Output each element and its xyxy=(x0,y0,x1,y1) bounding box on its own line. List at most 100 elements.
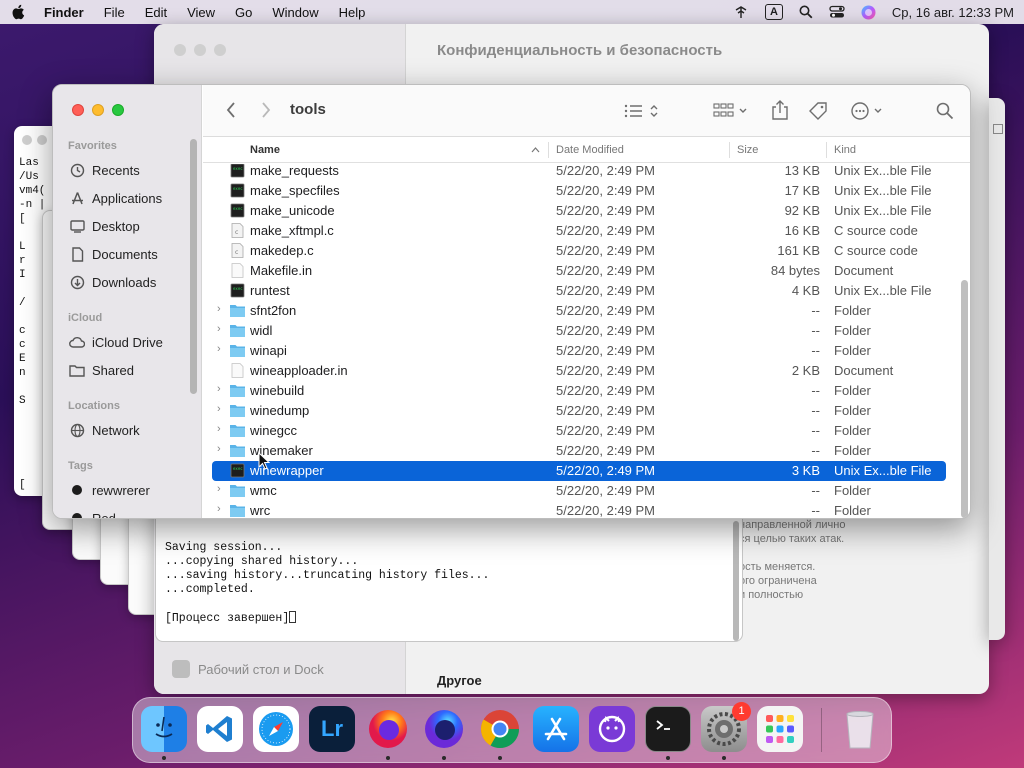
file-row-make-requests[interactable]: exec make_requests 5/22/20, 2:49 PM 13 KB Un… xyxy=(212,164,946,181)
finder-window[interactable]: Favorites Recents Applications Desktop D… xyxy=(52,84,971,519)
dock-chrome[interactable] xyxy=(477,706,523,752)
file-row-makedep-c[interactable]: c makedep.c 5/22/20, 2:49 PM 161 KB C source… xyxy=(212,241,946,261)
sidebar-item-downloads[interactable]: Downloads xyxy=(69,274,156,290)
sidebar-item-network[interactable]: Network xyxy=(69,422,140,438)
file-row-runtest[interactable]: exec runtest 5/22/20, 2:49 PM 4 KB Unix Ex..… xyxy=(212,281,946,301)
launchpad-icon xyxy=(766,715,794,743)
menubar: Finder File Edit View Go Window Help A С… xyxy=(0,0,1024,24)
dock-lightroom[interactable]: Lr xyxy=(309,706,355,752)
close-button[interactable] xyxy=(72,104,84,116)
file-date-modified: 5/22/20, 2:49 PM xyxy=(556,283,656,298)
sidebar-item-icloud-drive[interactable]: iCloud Drive xyxy=(69,334,163,350)
spotlight-search-icon[interactable] xyxy=(799,5,813,19)
disclosure-chevron-icon[interactable]: › xyxy=(217,483,221,495)
column-header-size[interactable]: Size xyxy=(737,144,758,156)
file-row-makefile-in[interactable]: Makefile.in 5/22/20, 2:49 PM 84 bytes Docum… xyxy=(212,261,946,281)
disclosure-chevron-icon[interactable]: › xyxy=(217,403,221,415)
sort-ascending-icon[interactable] xyxy=(531,147,540,153)
svg-text:exec: exec xyxy=(233,466,243,471)
disclosure-chevron-icon[interactable]: › xyxy=(217,443,221,455)
file-list-scrollbar[interactable] xyxy=(961,280,968,518)
background-window-right[interactable] xyxy=(989,98,1005,640)
file-row-winewrapper[interactable]: exec winewrapper 5/22/20, 2:49 PM 3 KB Unix … xyxy=(212,461,946,481)
file-row-winapi[interactable]: › winapi 5/22/20, 2:49 PM -- Folder xyxy=(212,341,946,361)
dock-terminal[interactable] xyxy=(645,706,691,752)
sidebar-section-locations: Locations xyxy=(68,400,120,412)
input-source-indicator[interactable]: A xyxy=(764,4,783,20)
settings-sidebar-item-desktop-dock[interactable]: Рабочий стол и Dock xyxy=(172,660,324,678)
file-row-make-xftmpl-c[interactable]: c make_xftmpl.c 5/22/20, 2:49 PM 16 KB C sou… xyxy=(212,221,946,241)
file-row-winedump[interactable]: › winedump 5/22/20, 2:49 PM -- Folder xyxy=(212,401,946,421)
disclosure-chevron-icon[interactable]: › xyxy=(217,323,221,335)
dock-launchpad[interactable] xyxy=(757,706,803,752)
apple-menu-icon[interactable] xyxy=(10,3,28,21)
list-view-button[interactable] xyxy=(624,102,662,120)
sidebar-item-recents[interactable]: Recents xyxy=(69,162,140,178)
dock-firefox[interactable] xyxy=(365,706,411,752)
menu-go[interactable]: Go xyxy=(235,5,252,20)
share-button[interactable] xyxy=(771,99,789,121)
sidebar-tag-rewwrerer[interactable]: rewwrerer xyxy=(69,482,150,498)
more-actions-button[interactable] xyxy=(850,101,886,121)
back-button[interactable] xyxy=(225,101,237,119)
disclosure-chevron-icon[interactable]: › xyxy=(217,343,221,355)
network-status-icon[interactable] xyxy=(733,5,749,19)
chrome-icon xyxy=(480,710,520,749)
sidebar-item-desktop[interactable]: Desktop xyxy=(69,218,140,234)
file-row-winebuild[interactable]: › winebuild 5/22/20, 2:49 PM -- Folder xyxy=(212,381,946,401)
sidebar-scrollbar[interactable] xyxy=(190,139,197,394)
disclosure-chevron-icon[interactable]: › xyxy=(217,383,221,395)
file-date-modified: 5/22/20, 2:49 PM xyxy=(556,183,656,198)
dock-trash[interactable] xyxy=(837,706,883,752)
menu-file[interactable]: File xyxy=(104,5,125,20)
minimize-button[interactable] xyxy=(92,104,104,116)
control-center-icon[interactable] xyxy=(829,5,845,19)
sidebar-toggle-icon[interactable] xyxy=(993,124,1003,134)
menu-edit[interactable]: Edit xyxy=(145,5,167,20)
forward-button[interactable] xyxy=(260,101,272,119)
file-row-wrc[interactable]: › wrc 5/22/20, 2:49 PM -- Folder xyxy=(212,501,946,518)
sidebar-section-tags: Tags xyxy=(68,460,93,472)
sidebar-item-documents[interactable]: Documents xyxy=(69,246,158,262)
column-header-date-modified[interactable]: Date Modified xyxy=(556,144,624,156)
sidebar-item-shared[interactable]: Shared xyxy=(69,362,134,378)
document-icon xyxy=(231,363,244,378)
disclosure-chevron-icon[interactable]: › xyxy=(217,503,221,515)
settings-window-controls[interactable] xyxy=(174,44,226,56)
zoom-button[interactable] xyxy=(112,104,124,116)
file-row-winemaker[interactable]: › winemaker 5/22/20, 2:49 PM -- Folder xyxy=(212,441,946,461)
file-row-wmc[interactable]: › wmc 5/22/20, 2:49 PM -- Folder xyxy=(212,481,946,501)
terminal-window[interactable]: Saving session... ...copying shared hist… xyxy=(155,512,743,642)
menu-finder[interactable]: Finder xyxy=(44,5,84,20)
file-row-widl[interactable]: › widl 5/22/20, 2:49 PM -- Folder xyxy=(212,321,946,341)
siri-icon[interactable] xyxy=(861,5,876,20)
file-row-make-unicode[interactable]: exec make_unicode 5/22/20, 2:49 PM 92 KB Uni… xyxy=(212,201,946,221)
dock-vscode[interactable] xyxy=(197,706,243,752)
column-header-kind[interactable]: Kind xyxy=(834,144,856,156)
terminal-scrollbar[interactable] xyxy=(733,521,739,641)
dock-finder[interactable] xyxy=(141,706,187,752)
column-header-name[interactable]: Name xyxy=(250,144,280,156)
menu-help[interactable]: Help xyxy=(339,5,366,20)
group-by-button[interactable] xyxy=(713,103,749,119)
disclosure-chevron-icon[interactable]: › xyxy=(217,423,221,435)
dock-firefox-developer[interactable] xyxy=(421,706,467,752)
menu-window[interactable]: Window xyxy=(272,5,318,20)
file-name: wineapploader.in xyxy=(250,363,348,378)
menu-view[interactable]: View xyxy=(187,5,215,20)
file-row-wineapploader-in[interactable]: wineapploader.in 5/22/20, 2:49 PM 2 KB Docu… xyxy=(212,361,946,381)
sidebar-item-applications[interactable]: Applications xyxy=(69,190,162,206)
download-icon xyxy=(69,274,85,290)
search-icon[interactable] xyxy=(936,102,954,120)
dock-safari[interactable] xyxy=(253,706,299,752)
file-row-make-specfiles[interactable]: exec make_specfiles 5/22/20, 2:49 PM 17 KB U… xyxy=(212,181,946,201)
dock-github-desktop[interactable] xyxy=(589,706,635,752)
sidebar-tag-red[interactable]: Red xyxy=(69,510,116,518)
dock-app-store[interactable] xyxy=(533,706,579,752)
menubar-clock[interactable]: Ср, 16 авг. 12:33 PM xyxy=(892,5,1014,20)
file-row-sfnt2fon[interactable]: › sfnt2fon 5/22/20, 2:49 PM -- Folder xyxy=(212,301,946,321)
tag-button[interactable] xyxy=(808,101,828,121)
disclosure-chevron-icon[interactable]: › xyxy=(217,303,221,315)
settings-section-other: Другое xyxy=(437,673,482,688)
file-row-winegcc[interactable]: › winegcc 5/22/20, 2:49 PM -- Folder xyxy=(212,421,946,441)
